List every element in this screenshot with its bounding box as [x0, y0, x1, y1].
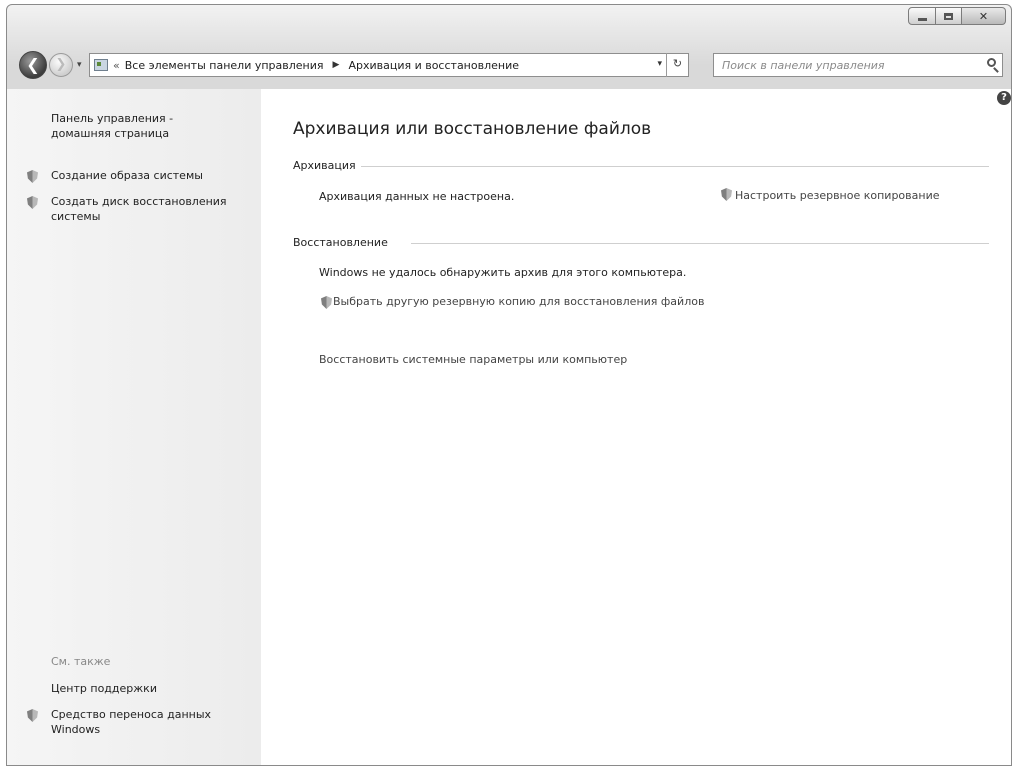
restore-section-heading: Восстановление — [293, 236, 388, 249]
breadcrumb-separator-icon[interactable]: ▶ — [333, 60, 340, 70]
navigation-bar: ❮ ❯ ▾ « Все элементы панели управления ▶… — [7, 47, 1011, 87]
address-bar[interactable]: « Все элементы панели управления ▶ Архив… — [89, 53, 689, 77]
shield-icon — [27, 170, 38, 183]
section-divider — [411, 243, 989, 244]
minimize-icon — [917, 17, 927, 21]
address-overflow-chevron[interactable]: « — [113, 59, 120, 72]
setup-backup-link[interactable]: Настроить резервное копирование — [735, 189, 940, 202]
tasks-pane: Панель управления - домашняя страница Со… — [7, 89, 261, 765]
content-pane: ? Архивация или восстановление файлов Ар… — [261, 89, 1011, 765]
search-input[interactable] — [720, 57, 974, 73]
backup-section-heading: Архивация — [293, 159, 356, 172]
shield-icon — [27, 709, 38, 722]
close-icon: ✕ — [978, 9, 989, 23]
address-dropdown-icon[interactable]: ▾ — [657, 59, 662, 69]
shield-icon — [27, 196, 38, 209]
help-icon[interactable]: ? — [997, 91, 1011, 105]
select-other-backup-link[interactable]: Выбрать другую резервную копию для восст… — [333, 295, 704, 308]
breadcrumb-backup-restore[interactable]: Архивация и восстановление — [348, 59, 519, 72]
easy-transfer-link[interactable]: Средство переноса данных Windows — [51, 707, 211, 737]
backup-status-text: Архивация данных не настроена. — [319, 190, 515, 203]
recent-pages-dropdown[interactable]: ▾ — [77, 60, 82, 70]
create-recovery-disc-link[interactable]: Создать диск восстановления системы — [51, 194, 227, 224]
control-panel-window: ✕ ❮ ❯ ▾ « Все элементы панели управления… — [6, 4, 1012, 766]
maximize-icon — [944, 12, 953, 20]
page-title: Архивация или восстановление файлов — [293, 119, 652, 139]
section-divider — [361, 166, 989, 167]
forward-button[interactable]: ❯ — [49, 53, 73, 77]
control-panel-icon — [94, 59, 108, 71]
close-button[interactable]: ✕ — [962, 7, 1006, 25]
minimize-button[interactable] — [908, 7, 936, 25]
control-panel-home-link[interactable]: Панель управления - домашняя страница — [51, 111, 173, 141]
action-center-link[interactable]: Центр поддержки — [51, 681, 157, 696]
create-system-image-link[interactable]: Создание образа системы — [51, 168, 203, 183]
back-button[interactable]: ❮ — [19, 51, 47, 79]
refresh-button[interactable]: ↻ — [666, 53, 688, 77]
back-arrow-icon: ❮ — [26, 55, 40, 74]
breadcrumb-all-items[interactable]: Все элементы панели управления — [125, 59, 324, 72]
restore-status-text: Windows не удалось обнаружить архив для … — [319, 266, 687, 279]
search-icon[interactable] — [987, 58, 996, 67]
maximize-button[interactable] — [936, 7, 962, 25]
forward-arrow-icon: ❯ — [55, 57, 67, 72]
caption-buttons: ✕ — [908, 7, 1006, 25]
shield-icon — [721, 188, 732, 201]
shield-icon — [321, 296, 332, 309]
recover-system-settings-link[interactable]: Восстановить системные параметры или ком… — [319, 353, 627, 366]
see-also-heading: См. также — [51, 655, 111, 668]
search-box[interactable] — [713, 53, 1003, 77]
